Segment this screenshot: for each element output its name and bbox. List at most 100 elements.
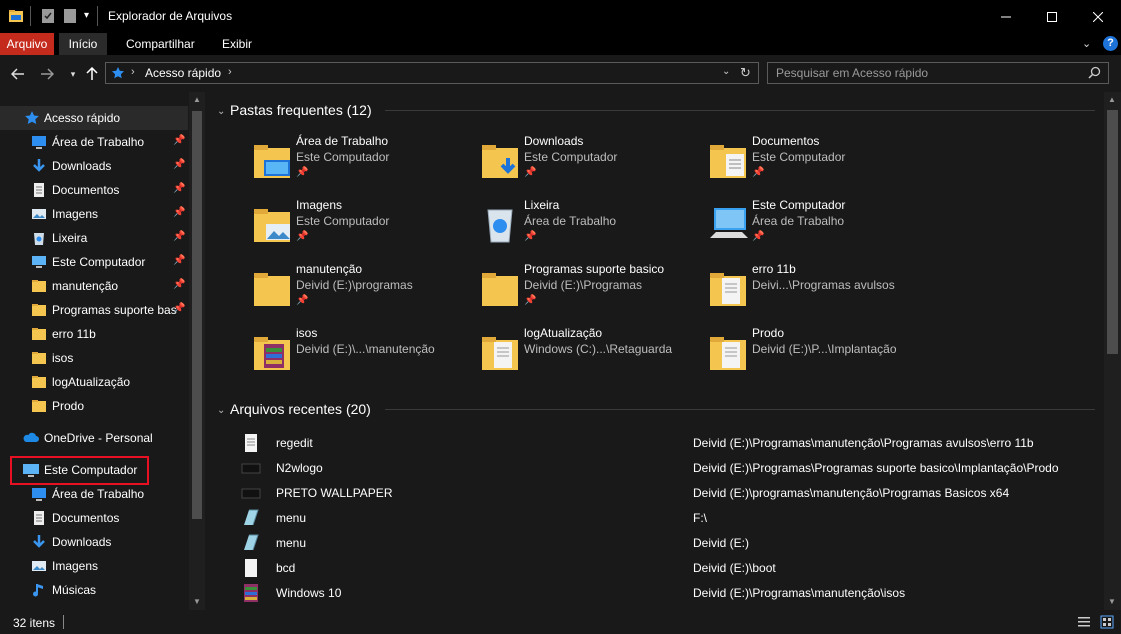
search-input[interactable]: Pesquisar em Acesso rápido <box>767 62 1109 84</box>
frequent-folder-tile[interactable]: erro 11b Deivi...\Programas avulsos <box>706 262 926 322</box>
scroll-up-icon[interactable]: ▲ <box>193 95 201 104</box>
sidebar-item-onedrive[interactable]: OneDrive - Personal <box>0 426 188 450</box>
recent-file-row[interactable]: regedit Deivid (E:)\Programas\manutenção\… <box>241 431 1091 456</box>
search-icon[interactable] <box>1088 66 1101 82</box>
close-button[interactable] <box>1075 0 1121 33</box>
downloads-folder-icon <box>478 138 522 182</box>
address-bar[interactable]: › Acesso rápido › ⌄ ↻ <box>105 62 759 84</box>
recent-file-row[interactable]: menu F:\ <box>241 506 1091 531</box>
pin-icon[interactable]: 📌 <box>173 183 185 194</box>
refresh-icon[interactable]: ↻ <box>740 65 751 81</box>
pin-icon[interactable]: 📌 <box>173 135 185 146</box>
frequent-folder-tile[interactable]: Imagens Este Computador 📌 <box>250 198 470 258</box>
forward-button[interactable] <box>37 64 57 84</box>
frequent-folder-tile[interactable]: manutenção Deivid (E:)\programas 📌 <box>250 262 470 322</box>
sidebar-item-documentos[interactable]: Documentos 📌 <box>0 178 188 202</box>
help-icon[interactable]: ? <box>1103 36 1118 51</box>
recent-locations-chevron-icon[interactable]: ▾ <box>63 64 83 84</box>
tab-inicio[interactable]: Início <box>59 33 107 55</box>
pin-icon: 📌 <box>296 167 309 178</box>
frequent-folder-tile[interactable]: Este Computador Área de Trabalho 📌 <box>706 198 926 258</box>
scrollbar-thumb[interactable] <box>192 111 202 519</box>
breadcrumb-chevron-icon[interactable]: › <box>228 66 232 78</box>
back-button[interactable] <box>8 64 28 84</box>
folder-icon <box>31 326 47 342</box>
collapse-chevron-icon[interactable]: ⌄ <box>217 106 225 117</box>
scrollbar-thumb[interactable] <box>1107 110 1118 354</box>
maximize-button[interactable] <box>1029 0 1075 33</box>
frequent-folder-tile[interactable]: Documentos Este Computador 📌 <box>706 134 926 194</box>
sidebar-item-downloads[interactable]: Downloads 📌 <box>0 154 188 178</box>
pin-icon[interactable]: 📌 <box>173 159 185 170</box>
breadcrumb-acesso-rapido[interactable]: Acesso rápido <box>145 66 221 80</box>
scroll-up-icon[interactable]: ▲ <box>1108 95 1116 104</box>
large-icons-view-icon[interactable] <box>1100 615 1114 632</box>
recent-file-row[interactable]: bcd Deivid (E:)\boot <box>241 556 1091 581</box>
navigation-bar: ▾ › Acesso rápido › ⌄ ↻ Pesquisar em Ace… <box>0 55 1121 92</box>
sidebar-item-pc-imagens[interactable]: Imagens <box>0 554 188 578</box>
sidebar-item-programas-suporte-bas[interactable]: Programas suporte bas 📌 <box>0 298 188 322</box>
expand-ribbon-icon[interactable]: ⌄ <box>1082 37 1091 50</box>
recent-file-row[interactable]: menu Deivid (E:) <box>241 531 1091 556</box>
frequent-folder-tile[interactable]: logAtualização Windows (C:)...\Retaguarda <box>478 326 698 386</box>
frequent-folder-tile[interactable]: Área de Trabalho Este Computador 📌 <box>250 134 470 194</box>
address-dropdown-icon[interactable]: ⌄ <box>722 66 730 77</box>
sidebar-item-pc-downloads[interactable]: Downloads <box>0 530 188 554</box>
scroll-down-icon[interactable]: ▼ <box>1108 597 1116 606</box>
recent-file-name: menu <box>276 511 307 525</box>
folder-docs-icon <box>706 266 750 310</box>
tab-exibir[interactable]: Exibir <box>214 33 260 55</box>
frequent-folder-tile[interactable]: Downloads Este Computador 📌 <box>478 134 698 194</box>
tile-name: Programas suporte basico <box>524 262 665 276</box>
recent-file-name: N2wlogo <box>276 461 323 475</box>
pin-icon[interactable]: 📌 <box>173 279 185 290</box>
content-scrollbar[interactable]: ▲ ▼ <box>1104 92 1121 610</box>
sidebar-item-pc-documentos[interactable]: Documentos <box>0 506 188 530</box>
frequent-folder-tile[interactable]: Lixeira Área de Trabalho 📌 <box>478 198 698 258</box>
minimize-button[interactable] <box>983 0 1029 33</box>
frequent-folder-tile[interactable]: Programas suporte basico Deivid (E:)\Prog… <box>478 262 698 322</box>
tab-arquivo[interactable]: Arquivo <box>0 33 54 55</box>
image-icon <box>31 206 47 222</box>
recent-file-row[interactable]: PRETO WALLPAPER Deivid (E:)\programas\man… <box>241 481 1091 506</box>
recent-file-row[interactable]: Windows 10 Deivid (E:)\Programas\manutenç… <box>241 581 1091 606</box>
folder-icon <box>31 278 47 294</box>
frequent-folder-tile[interactable]: Prodo Deivid (E:)\P...\Implantação <box>706 326 926 386</box>
sidebar-item-erro-11b[interactable]: erro 11b <box>0 322 188 346</box>
pin-icon: 📌 <box>296 231 309 242</box>
navigation-pane-scrollbar[interactable]: ▲ ▼ <box>189 92 205 610</box>
properties-icon[interactable] <box>41 8 55 27</box>
up-button[interactable] <box>82 64 102 84</box>
sidebar-item-area-de-trabalho[interactable]: Área de Trabalho 📌 <box>0 130 188 154</box>
tab-compartilhar[interactable]: Compartilhar <box>118 33 203 55</box>
recent-file-name: regedit <box>276 436 313 450</box>
sidebar-item-label: manutenção <box>52 279 119 293</box>
pin-icon[interactable]: 📌 <box>173 255 185 266</box>
new-folder-icon[interactable] <box>63 8 77 27</box>
recent-file-row[interactable]: N2wlogo Deivid (E:)\Programas\Programas s… <box>241 456 1091 481</box>
quick-access-dropdown-icon[interactable]: ▾ <box>84 10 89 21</box>
folder-icon <box>31 398 47 414</box>
sidebar-item-pc-musicas[interactable]: Músicas <box>0 578 188 602</box>
pin-icon[interactable]: 📌 <box>173 207 185 218</box>
pin-icon[interactable]: 📌 <box>173 303 185 314</box>
sidebar-item-lixeira[interactable]: Lixeira 📌 <box>0 226 188 250</box>
sidebar-item-isos[interactable]: isos <box>0 346 188 370</box>
sidebar-item-pc-area-de-trabalho[interactable]: Área de Trabalho <box>0 482 188 506</box>
frequent-folder-tile[interactable]: isos Deivid (E:)\...\manutenção <box>250 326 470 386</box>
section-title-recent[interactable]: Arquivos recentes (20) <box>230 401 371 417</box>
sidebar-item-este-computador[interactable]: Este Computador 📌 <box>0 250 188 274</box>
sidebar-item-manutencao[interactable]: manutenção 📌 <box>0 274 188 298</box>
sidebar-item-prodo[interactable]: Prodo <box>0 394 188 418</box>
section-title-frequent[interactable]: Pastas frequentes (12) <box>230 102 372 118</box>
details-view-icon[interactable] <box>1077 615 1091 632</box>
archive-file-icon <box>241 583 261 603</box>
collapse-chevron-icon[interactable]: ⌄ <box>217 405 225 416</box>
sidebar-item-acesso-rapido[interactable]: Acesso rápido <box>0 106 188 130</box>
sidebar-item-logatualizacao[interactable]: logAtualização <box>0 370 188 394</box>
breadcrumb-chevron-icon[interactable]: › <box>131 66 135 78</box>
scroll-down-icon[interactable]: ▼ <box>193 597 201 606</box>
pin-icon[interactable]: 📌 <box>173 231 185 242</box>
sidebar-item-imagens[interactable]: Imagens 📌 <box>0 202 188 226</box>
search-placeholder: Pesquisar em Acesso rápido <box>776 66 929 80</box>
